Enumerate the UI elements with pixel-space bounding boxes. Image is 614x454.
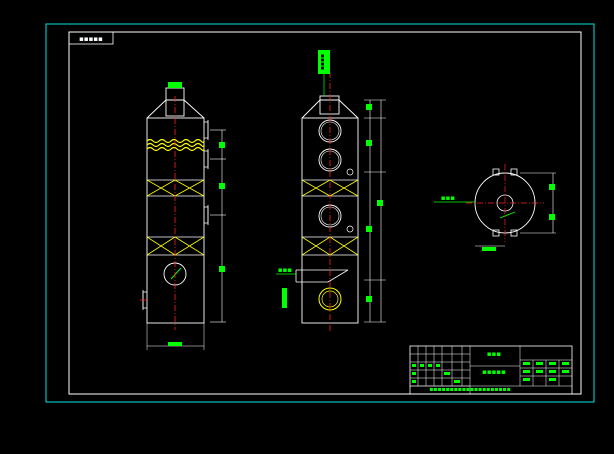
front-inlet-duct [295, 269, 349, 283]
plan-dim-tick [549, 184, 555, 190]
front-view: ▪▪▪▪ ▪▪▪ [276, 50, 386, 332]
side-dimensions [210, 129, 226, 323]
side-view [140, 82, 226, 350]
front-inlet-tag-text: ▪▪▪ [278, 266, 292, 274]
side-cone [146, 99, 205, 119]
cad-drawing: ▪▪▪▪▪ ▪▪▪▪ ▪▪▪ ▪▪▪ ▪▪▪ ▪▪▪▪▪ ▪▪▪▪▪▪▪▪▪▪▪… [45, 23, 595, 403]
title-block-title: ▪▪▪ [487, 350, 501, 358]
title-block-drawing-name: ▪▪▪▪▪ [482, 368, 506, 376]
side-drain-nozzle [140, 290, 147, 310]
front-dim-tick [366, 226, 372, 232]
side-dim-tick [219, 183, 225, 189]
title-block: ▪▪▪ ▪▪▪▪▪ ▪▪▪▪▪▪▪▪▪▪▪▪▪▪▪▪▪▪▪▪ [409, 345, 573, 395]
side-dim-tick [219, 142, 225, 148]
title-block-drawing-no: ▪▪▪▪▪▪▪▪▪▪▪▪▪▪▪▪▪▪▪▪ [429, 386, 510, 393]
plan-view: ▪▪▪ [434, 164, 556, 251]
front-dim-tick [366, 296, 372, 302]
front-top-pipe [319, 95, 340, 115]
dim-plan-bottom: ▪▪▪ [484, 246, 494, 252]
front-nozzle [346, 168, 354, 176]
front-left-dim-mark [282, 288, 287, 308]
front-dim-tick [366, 104, 372, 110]
front-dimensions [364, 99, 386, 323]
corner-tag-text: ▪▪▪▪▪ [79, 35, 103, 43]
side-inlet-arrow [170, 267, 182, 280]
side-packing-band [146, 138, 205, 152]
corner-tag: ▪▪▪▪▪ [68, 31, 114, 45]
plan-nozzle-arrow [499, 211, 516, 219]
dim-left-top: ▪▪▪ [170, 341, 180, 347]
title-info-grid [470, 346, 572, 386]
plan-dim-tick [549, 214, 555, 220]
front-top-tag: ▪▪▪▪ [319, 54, 326, 70]
plan-inlet-tag: ▪▪▪ [441, 194, 455, 202]
front-dim-tick [377, 200, 383, 206]
front-nozzle [346, 225, 354, 233]
front-dim-tick [366, 140, 372, 146]
front-inlet-tag: ▪▪▪ [276, 266, 296, 275]
side-outlet-tag: ▪▪▪ [170, 82, 180, 88]
side-dim-tick [219, 266, 225, 272]
side-x-brace [146, 179, 205, 256]
inner-frame [68, 31, 582, 395]
side-nozzles [204, 120, 209, 225]
